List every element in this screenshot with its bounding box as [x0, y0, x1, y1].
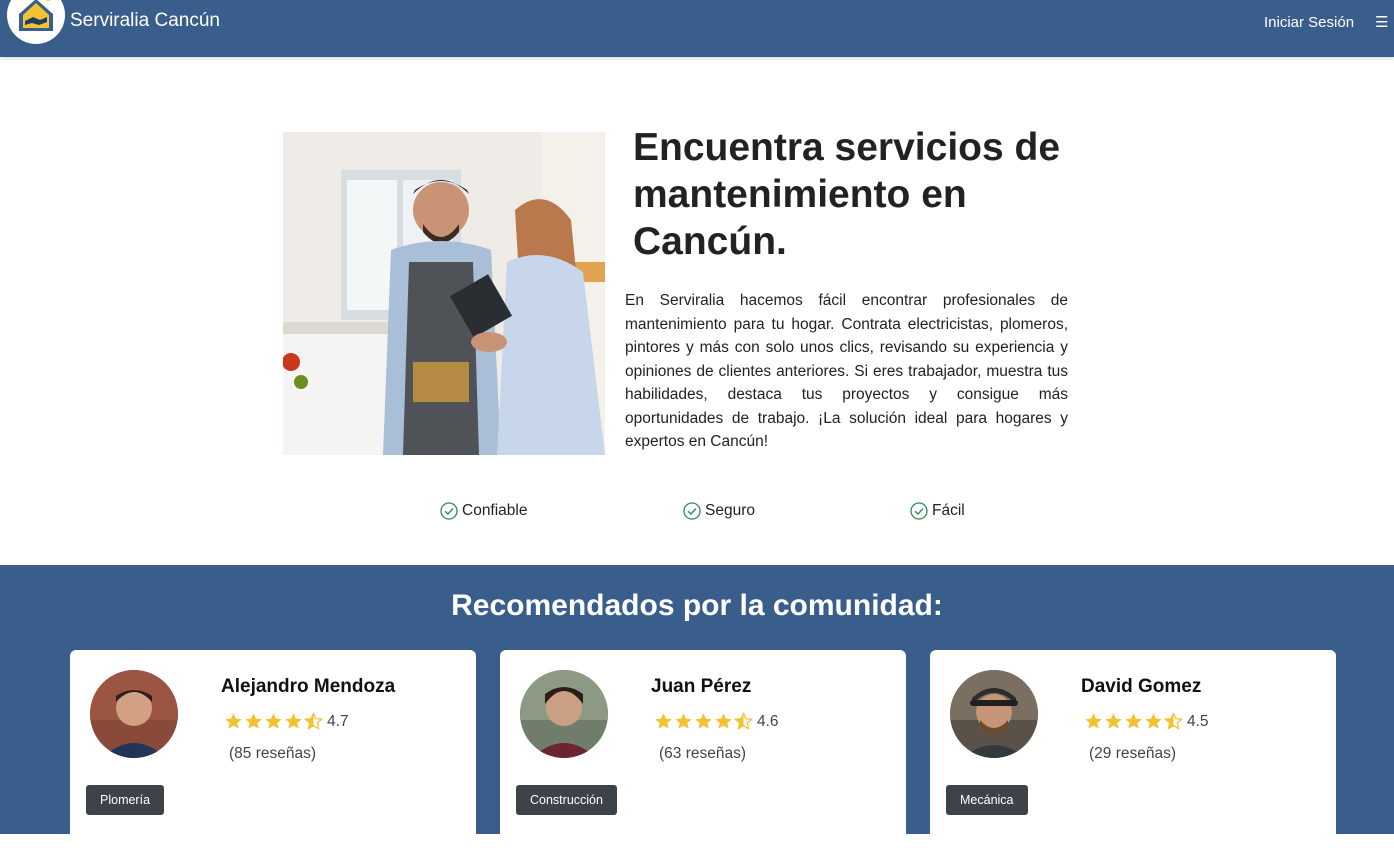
worker-card[interactable]: Alejandro Mendoza 4.7 (85 reseñas) Plome… — [70, 650, 476, 850]
rating-value: 4.5 — [1187, 713, 1209, 730]
avatar[interactable] — [950, 670, 1038, 758]
star-full-icon — [245, 713, 262, 729]
check-circle-icon — [683, 502, 701, 520]
feature-facil: Fácil — [910, 499, 965, 523]
hero-image — [283, 132, 605, 455]
worker-name[interactable]: Alejandro Mendoza — [221, 676, 395, 698]
hamburger-menu-icon[interactable]: ☰ — [1375, 13, 1394, 31]
hero-title: Encuentra servicios de mantenimiento en … — [633, 126, 1061, 263]
feature-label: Fácil — [932, 502, 965, 519]
feature-confiable: Confiable — [440, 499, 528, 523]
star-half-icon — [1164, 712, 1183, 730]
star-rating — [224, 712, 323, 731]
worker-card[interactable]: David Gomez 4.5 (29 reseñas) Mecánica — [930, 650, 1336, 850]
review-count: (29 reseñas) — [1089, 745, 1177, 762]
avatar-photo — [950, 670, 1038, 758]
star-half-icon — [304, 712, 323, 730]
star-rating — [654, 712, 753, 731]
star-full-icon — [715, 713, 732, 729]
recommended-section: Recomendados por la comunidad: Alejandro… — [0, 565, 1394, 850]
category-badge[interactable]: Plomería — [86, 785, 165, 815]
feature-seguro: Seguro — [683, 499, 755, 523]
hero-description: En Serviralia hacemos fácil encontrar pr… — [625, 292, 1068, 450]
star-full-icon — [655, 713, 672, 729]
handshake-house-logo-icon — [19, 0, 53, 31]
rating-value: 4.7 — [327, 713, 349, 730]
avatar-photo — [90, 670, 178, 758]
star-full-icon — [1085, 713, 1102, 729]
review-count: (85 reseñas) — [229, 745, 317, 762]
recommended-title: Recomendados por la comunidad: — [451, 589, 943, 622]
star-full-icon — [225, 713, 242, 729]
top-navbar: Serviralia Cancún Iniciar Sesión ☰ — [0, 0, 1394, 57]
brand-name[interactable]: Serviralia Cancún — [70, 10, 220, 32]
handshake-photo — [283, 132, 605, 455]
star-full-icon — [1145, 713, 1162, 729]
star-full-icon — [1125, 713, 1142, 729]
star-half-icon — [734, 712, 753, 730]
rating-value: 4.6 — [757, 713, 779, 730]
feature-label: Seguro — [705, 502, 755, 519]
worker-name[interactable]: Juan Pérez — [651, 676, 751, 698]
star-full-icon — [265, 713, 282, 729]
check-circle-icon — [910, 502, 928, 520]
category-badge[interactable]: Construcción — [516, 785, 617, 815]
star-full-icon — [285, 713, 302, 729]
worker-card[interactable]: Juan Pérez 4.6 (63 reseñas) Construcción — [500, 650, 906, 850]
star-full-icon — [1105, 713, 1122, 729]
star-full-icon — [675, 713, 692, 729]
check-circle-icon — [440, 502, 458, 520]
feature-label: Confiable — [462, 502, 528, 519]
brand-logo[interactable] — [7, 0, 65, 44]
avatar[interactable] — [90, 670, 178, 758]
login-link[interactable]: Iniciar Sesión — [1264, 14, 1354, 31]
avatar-photo — [520, 670, 608, 758]
worker-name[interactable]: David Gomez — [1081, 676, 1201, 698]
category-badge[interactable]: Mecánica — [946, 785, 1028, 815]
avatar[interactable] — [520, 670, 608, 758]
star-rating — [1084, 712, 1183, 731]
star-full-icon — [695, 713, 712, 729]
review-count: (63 reseñas) — [659, 745, 747, 762]
